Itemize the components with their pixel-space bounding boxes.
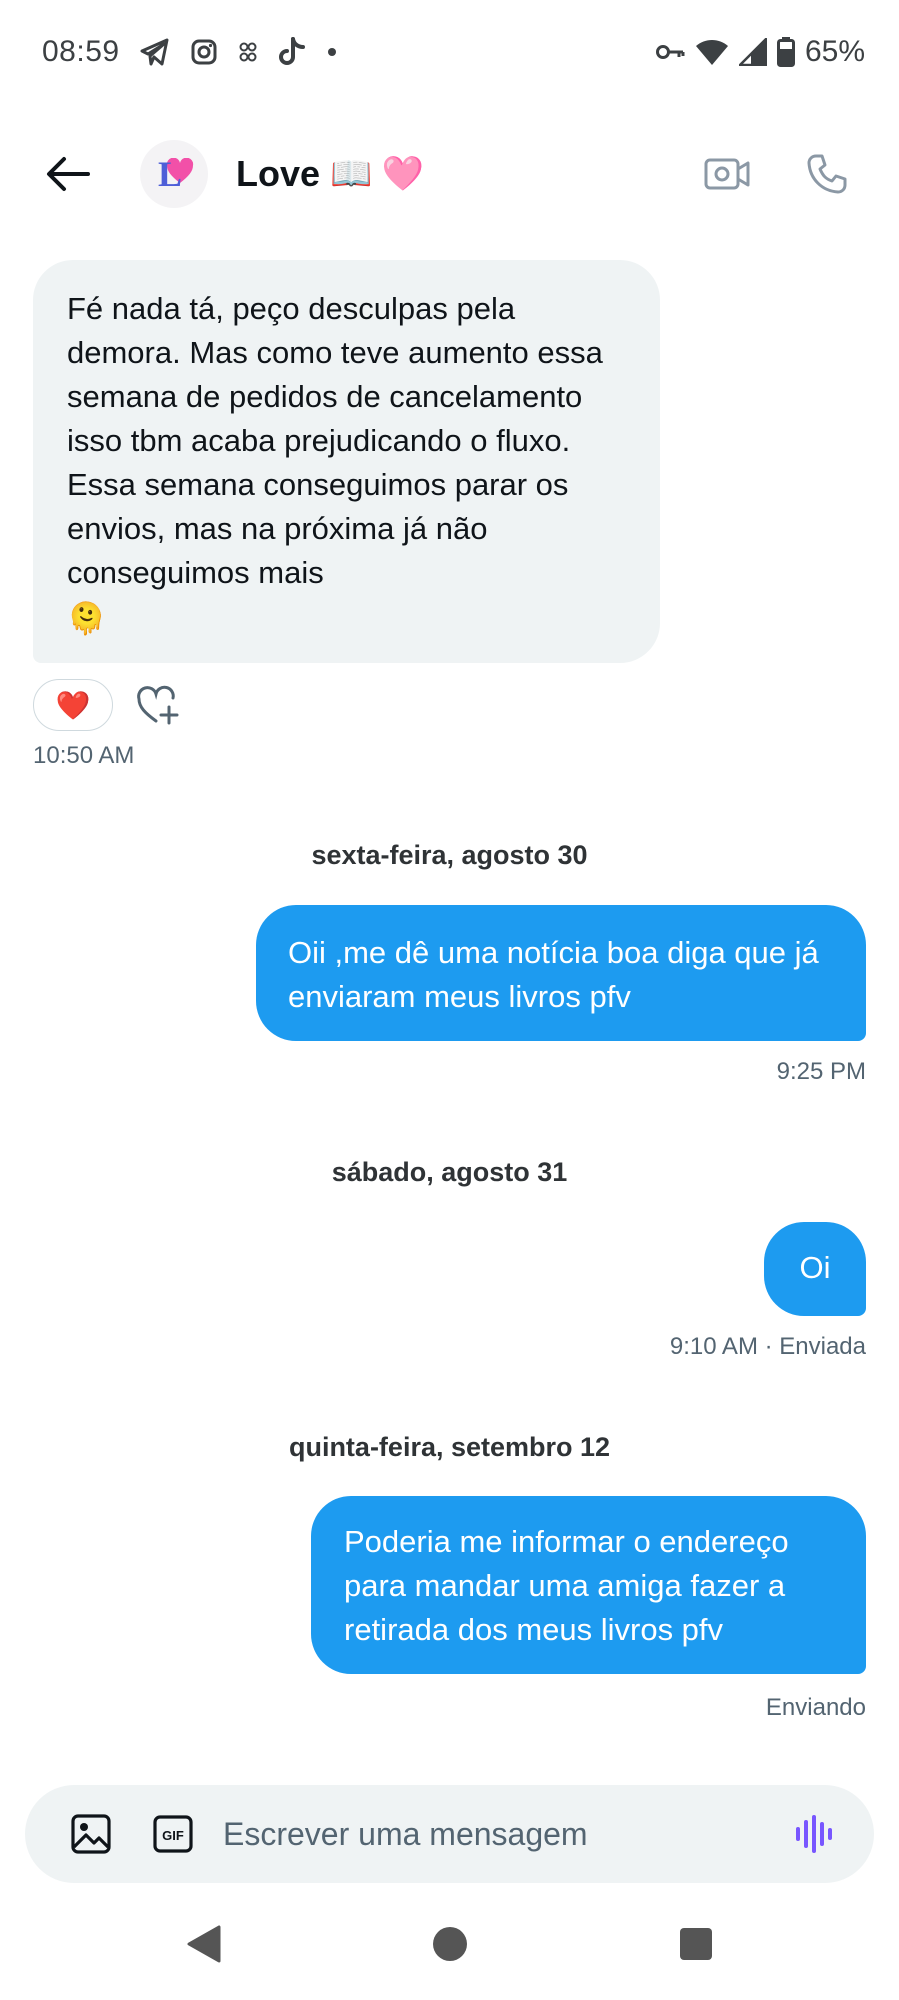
message-bubble-outgoing[interactable]: Oi [764, 1222, 866, 1316]
message-timestamp: 9:10 AM · Enviada [669, 1333, 866, 1360]
system-nav-bar [0, 1910, 899, 1990]
heart-plus-icon [137, 685, 179, 725]
image-button[interactable] [65, 1808, 117, 1860]
circle-home-icon [433, 1927, 467, 1961]
app-icon [238, 40, 258, 64]
message-composer: GIF [25, 1785, 874, 1883]
avatar-letter: L [157, 154, 182, 194]
heart-reaction-emoji: ❤️ [55, 689, 91, 721]
status-bar: 08:59 65% [0, 0, 899, 104]
wifi-icon [695, 38, 729, 66]
status-right: 65% [655, 35, 865, 69]
recents-nav-button[interactable] [678, 1924, 714, 1969]
voice-message-icon [796, 1815, 832, 1853]
chat-header: L Love 📖 🩷 [0, 128, 899, 220]
signal-icon [738, 38, 767, 66]
battery-percent: 65% [804, 35, 865, 68]
voice-message-button[interactable] [788, 1808, 840, 1860]
battery-icon [776, 37, 795, 67]
status-left: 08:59 [42, 35, 338, 69]
arrow-left-icon [47, 157, 90, 191]
date-divider: sábado, agosto 31 [331, 1157, 568, 1187]
telegram-icon [140, 38, 170, 66]
home-nav-button[interactable] [432, 1924, 468, 1969]
message-text: Oii ,me dê uma notícia boa diga que já e… [288, 935, 819, 1014]
contact-name-emojis: 📖 🩷 [330, 155, 425, 193]
triangle-back-icon [187, 1925, 221, 1963]
date-divider: sexta-feira, agosto 30 [311, 840, 588, 870]
gif-button[interactable]: GIF [147, 1808, 199, 1860]
reaction-heart[interactable]: ❤️ [33, 679, 113, 731]
message-bubble-incoming[interactable]: Fé nada tá, peço desculpas pela demora. … [33, 260, 660, 663]
video-call-icon [704, 158, 750, 190]
phone-call-button[interactable] [795, 142, 859, 206]
contact-name-text: Love [236, 153, 321, 194]
dot-icon [326, 46, 338, 58]
contact-name[interactable]: Love 📖 🩷 [236, 153, 424, 195]
message-text: Fé nada tá, peço desculpas pela demora. … [67, 291, 603, 590]
vpn-key-icon [655, 42, 685, 62]
melting-face-emoji: 🫠 [67, 600, 106, 636]
message-timestamp: 10:50 AM [33, 742, 135, 769]
back-button[interactable] [40, 146, 96, 202]
reaction-row: ❤️ [33, 679, 183, 731]
gif-icon: GIF [153, 1815, 193, 1853]
add-reaction-button[interactable] [133, 680, 183, 730]
back-nav-button[interactable] [186, 1924, 222, 1969]
avatar[interactable]: L [140, 140, 208, 208]
video-call-button[interactable] [695, 142, 759, 206]
tiktok-icon [278, 37, 306, 67]
svg-text:GIF: GIF [162, 1828, 184, 1843]
message-timestamp: 9:25 PM [776, 1058, 866, 1085]
square-recents-icon [680, 1928, 712, 1960]
message-bubble-outgoing[interactable]: Oii ,me dê uma notícia boa diga que já e… [256, 905, 866, 1041]
header-actions [695, 142, 859, 206]
message-text: Oi [799, 1250, 831, 1285]
message-input[interactable] [221, 1814, 788, 1854]
phone-call-icon [807, 154, 847, 194]
date-divider: quinta-feira, setembro 12 [288, 1432, 611, 1462]
instagram-icon [190, 38, 218, 66]
message-text: Poderia me informar o endereço para mand… [344, 1524, 789, 1647]
image-icon [71, 1814, 111, 1854]
message-status: Enviando [765, 1694, 866, 1721]
message-bubble-outgoing[interactable]: Poderia me informar o endereço para mand… [311, 1496, 866, 1674]
status-time: 08:59 [42, 35, 120, 68]
